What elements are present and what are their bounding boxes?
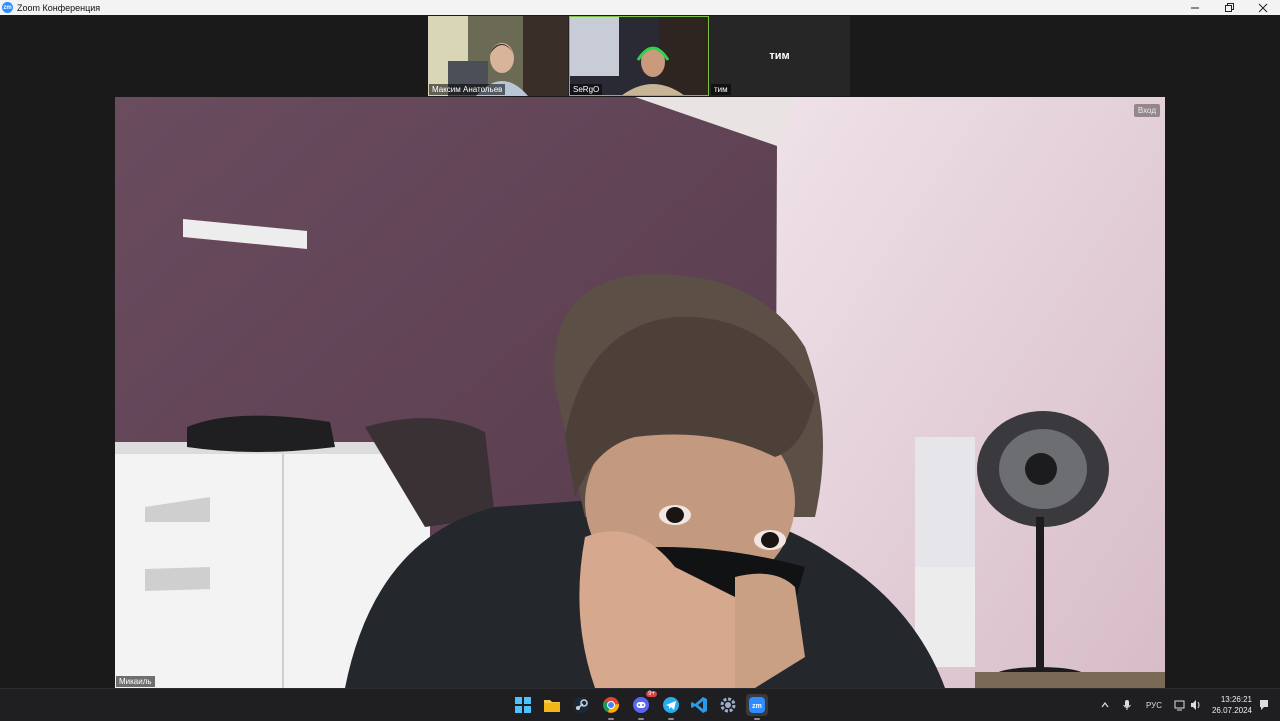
clock-time: 13:26:21 bbox=[1220, 695, 1252, 704]
chrome-button[interactable] bbox=[600, 694, 622, 720]
notification-icon[interactable] bbox=[1258, 699, 1270, 711]
window-title: Zoom Конференция bbox=[17, 2, 101, 13]
close-button[interactable] bbox=[1246, 0, 1280, 15]
telegram-icon bbox=[663, 697, 679, 713]
vscode-icon bbox=[691, 697, 707, 713]
participant-thumbnail-active[interactable]: SeRgO bbox=[569, 16, 709, 96]
participant-name: тим bbox=[711, 84, 731, 95]
network-icon[interactable] bbox=[1174, 699, 1186, 711]
steam-icon bbox=[573, 697, 589, 713]
clock-date: 26.07.2024 bbox=[1211, 706, 1252, 715]
participant-name: SeRgO bbox=[570, 84, 603, 95]
discord-button[interactable]: 9+ bbox=[630, 691, 657, 720]
maximize-button[interactable] bbox=[1212, 0, 1246, 15]
file-explorer-button[interactable] bbox=[541, 694, 563, 716]
window-titlebar: zm Zoom Конференция bbox=[0, 0, 1280, 15]
minimize-icon bbox=[1191, 7, 1199, 8]
zoom-app-icon: zm bbox=[2, 2, 13, 13]
svg-text:zm: zm bbox=[752, 703, 762, 710]
vscode-button[interactable] bbox=[688, 694, 710, 716]
speaker-video-frame bbox=[115, 97, 1165, 688]
chevron-up-icon[interactable] bbox=[1100, 700, 1110, 710]
participant-avatar-name: тим bbox=[769, 50, 790, 62]
participant-thumbnail-no-video[interactable]: тим тим bbox=[710, 16, 849, 96]
chrome-icon bbox=[603, 697, 620, 713]
microphone-icon[interactable] bbox=[1122, 699, 1132, 711]
gear-icon bbox=[720, 697, 736, 713]
active-speaker-video[interactable]: Вход Микаиль bbox=[115, 97, 1165, 688]
windows-start-button[interactable] bbox=[512, 694, 534, 716]
input-language-indicator[interactable]: РУС bbox=[1146, 701, 1162, 710]
windows-logo-icon bbox=[515, 697, 531, 713]
participant-thumbnail-strip: Максим Анатольев SeRgO тим тим bbox=[428, 16, 850, 96]
system-tray: РУС bbox=[1100, 689, 1202, 721]
volume-icon[interactable] bbox=[1190, 699, 1202, 711]
participant-name: Максим Анатольев bbox=[429, 84, 506, 95]
settings-button[interactable] bbox=[717, 694, 739, 716]
zoom-icon: zm bbox=[749, 697, 765, 713]
discord-icon bbox=[633, 697, 649, 713]
close-icon bbox=[1258, 3, 1268, 12]
discord-badge: 9+ bbox=[646, 691, 657, 697]
telegram-button[interactable] bbox=[660, 694, 682, 720]
steam-button[interactable] bbox=[570, 694, 592, 716]
minimize-button[interactable] bbox=[1178, 0, 1212, 15]
participant-thumbnail[interactable]: Максим Анатольев bbox=[428, 16, 568, 96]
system-clock[interactable]: 13:26:21 26.07.2024 bbox=[1212, 694, 1252, 716]
zoom-taskbar-button[interactable]: zm bbox=[746, 694, 768, 720]
folder-icon bbox=[544, 700, 560, 712]
active-speaker-name: Микаиль bbox=[116, 676, 155, 687]
restore-icon bbox=[1225, 2, 1234, 12]
windows-taskbar: 9+ zm РУС 13:26:21 26.07.2024 bbox=[0, 688, 1280, 721]
enter-fullscreen-badge[interactable]: Вход bbox=[1133, 104, 1160, 117]
